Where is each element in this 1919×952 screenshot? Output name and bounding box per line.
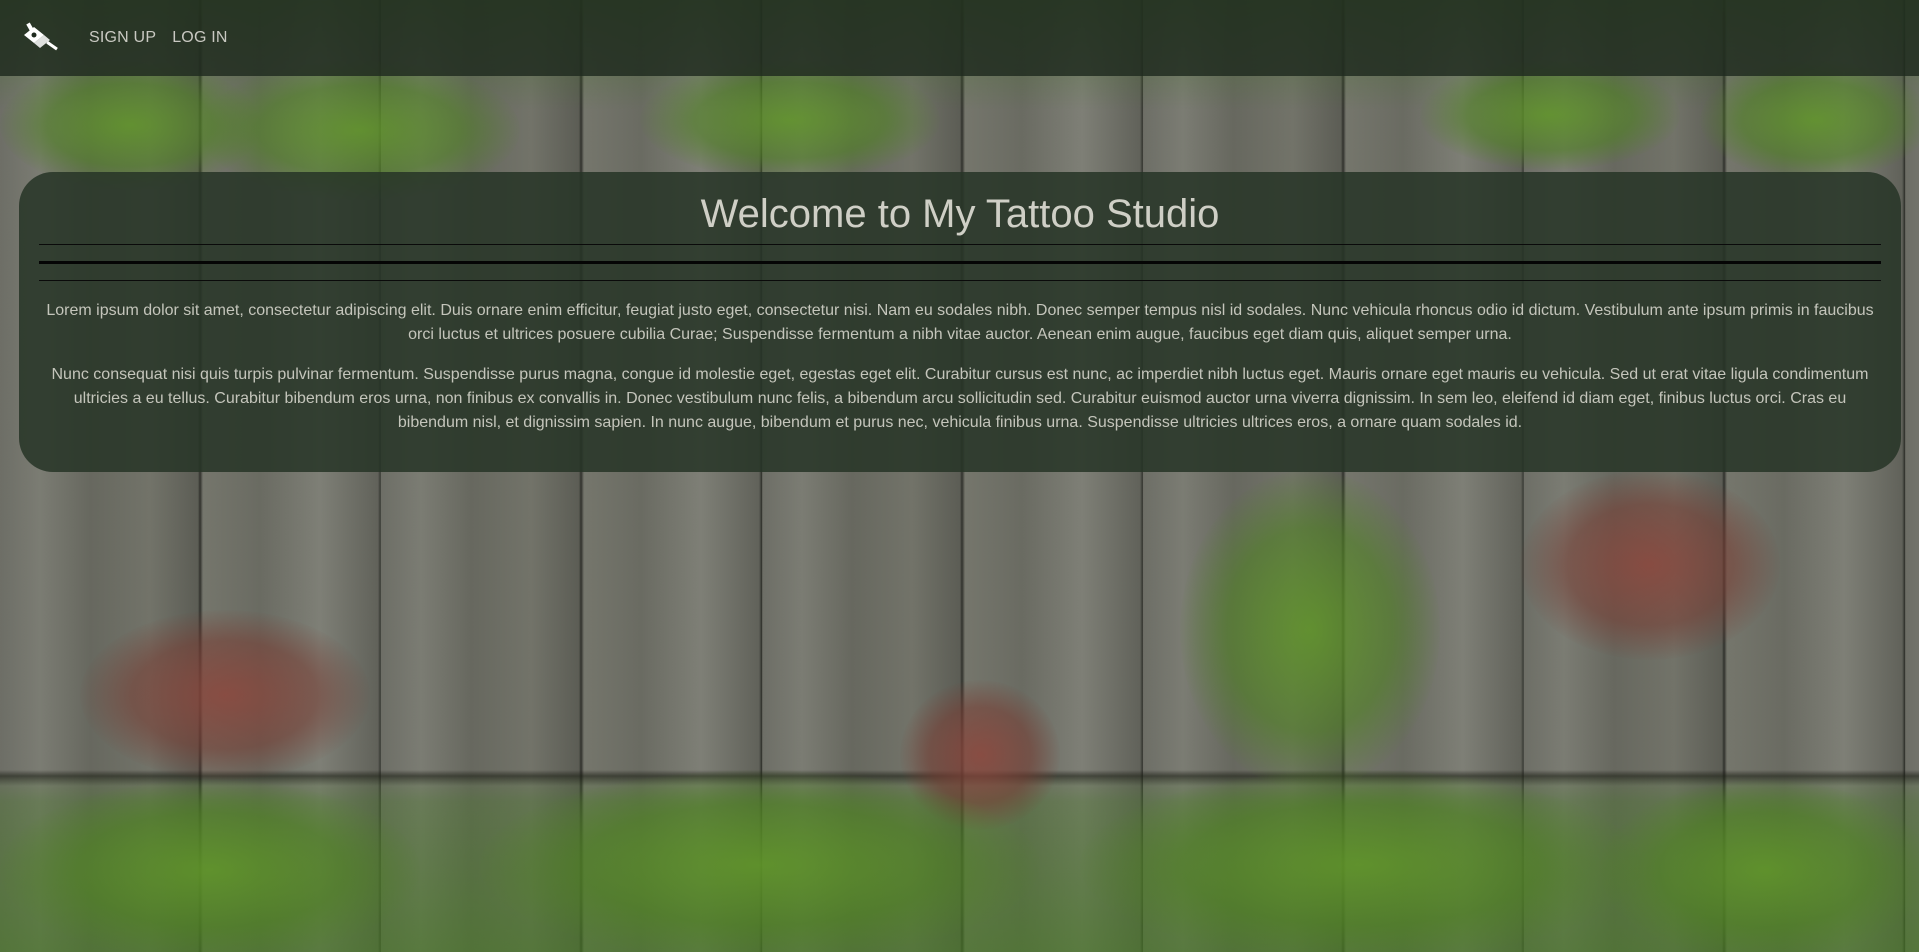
welcome-panel: Welcome to My Tattoo Studio Lorem ipsum … bbox=[19, 172, 1901, 472]
moss-patch bbox=[1080, 770, 1640, 952]
sign-up-link[interactable]: SIGN UP bbox=[89, 29, 156, 47]
moss-patch bbox=[480, 770, 1040, 952]
moss-patch bbox=[1420, 60, 1680, 170]
background-wood bbox=[0, 0, 1919, 952]
page-title: Welcome to My Tattoo Studio bbox=[700, 192, 1220, 236]
divider-middle bbox=[39, 261, 1881, 264]
top-navbar: SIGN UP LOG IN bbox=[0, 0, 1919, 76]
divider-top bbox=[39, 244, 1881, 245]
moss-patch bbox=[1180, 470, 1440, 790]
divider-bottom bbox=[39, 280, 1881, 281]
intro-paragraph: Lorem ipsum dolor sit amet, consectetur … bbox=[46, 302, 1874, 343]
moss-patch bbox=[80, 610, 370, 780]
tattoo-machine-icon[interactable] bbox=[20, 21, 62, 55]
second-paragraph: Nunc consequat nisi quis turpis pulvinar… bbox=[51, 366, 1869, 431]
moss-patch bbox=[0, 60, 260, 190]
moss-patch bbox=[1700, 60, 1919, 180]
moss-patch bbox=[1600, 780, 1919, 952]
moss-patch bbox=[900, 680, 1060, 830]
moss-patch bbox=[640, 60, 940, 180]
log-in-link[interactable]: LOG IN bbox=[172, 29, 227, 47]
moss-patch bbox=[0, 780, 420, 952]
moss-patch bbox=[1520, 470, 1780, 660]
tattoo-machine-icon-graphic bbox=[24, 22, 58, 51]
